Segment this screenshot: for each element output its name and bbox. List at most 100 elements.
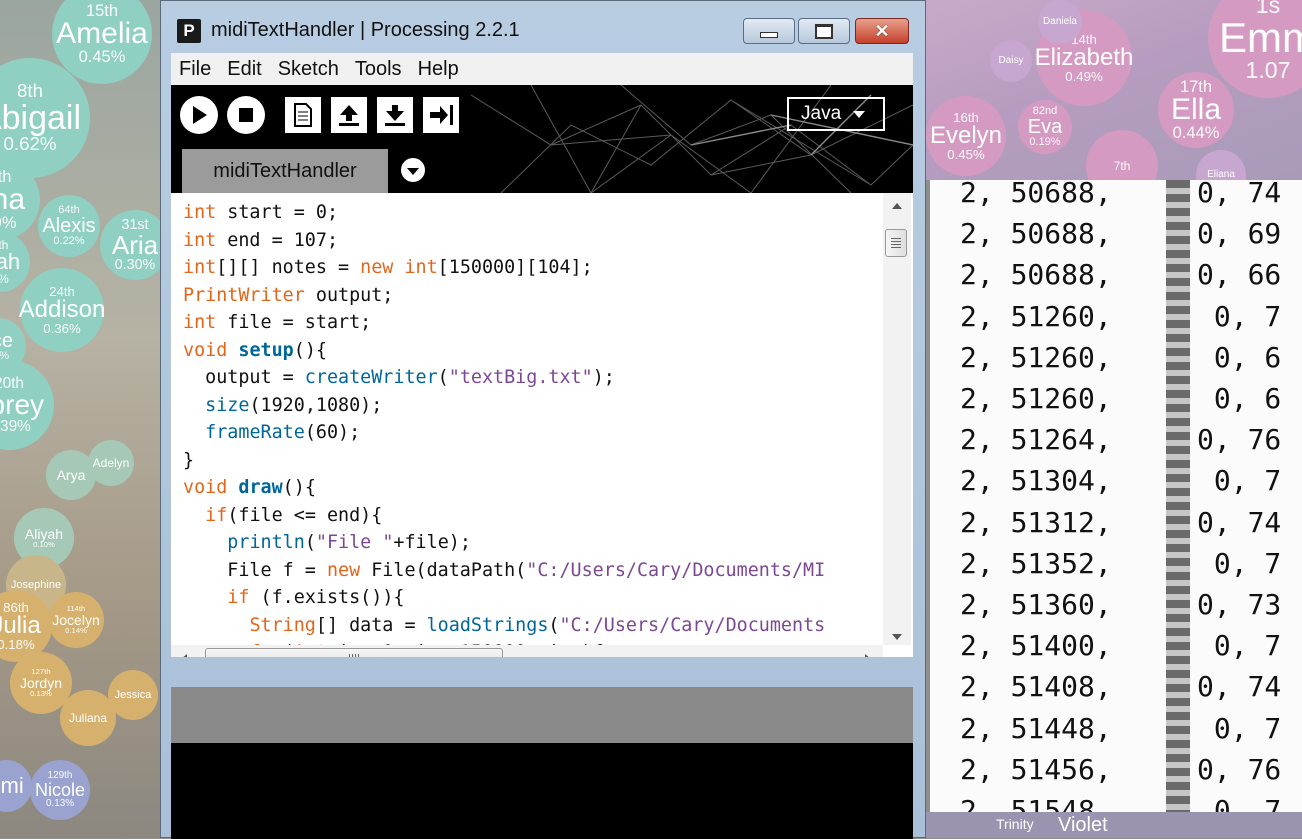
menu-edit[interactable]: Edit bbox=[219, 58, 269, 81]
bubble-name: Ella bbox=[1170, 93, 1222, 126]
text-file-cell: 0, 76 bbox=[1197, 752, 1282, 786]
bubble-pct: 0.45% bbox=[947, 147, 985, 162]
code-line[interactable]: if (f.exists()){ bbox=[183, 584, 883, 612]
text-file-row: 2, 51548, 0, 7 bbox=[960, 794, 1302, 812]
bubble-pct: 0.62% bbox=[3, 133, 57, 154]
scroll-right-arrow-icon[interactable] bbox=[865, 654, 871, 657]
minimize-button[interactable] bbox=[743, 18, 795, 44]
code-line[interactable]: println("File "+file); bbox=[183, 529, 883, 557]
menu-file[interactable]: File bbox=[171, 58, 219, 81]
open-icon bbox=[339, 105, 359, 126]
code-line[interactable]: File f = new File(dataPath("C:/Users/Car… bbox=[183, 557, 883, 585]
text-file-cell: 0, 7 bbox=[1197, 464, 1282, 498]
code-line[interactable]: int[][] notes = new int[150000][104]; bbox=[183, 254, 883, 282]
mode-selector[interactable]: Java bbox=[787, 97, 885, 131]
bubble-rank: 20th bbox=[0, 374, 24, 392]
text-file-cell: 0, 6 bbox=[1197, 340, 1282, 374]
new-sketch-icon bbox=[294, 103, 312, 127]
bubble-name: lice bbox=[0, 329, 13, 352]
name-bubble: 17th Ella 0.44% bbox=[1158, 72, 1234, 148]
bubble-name: Addison bbox=[18, 296, 106, 323]
text-file-cell: 2, 51304, bbox=[960, 464, 1112, 498]
tab-midiTextHandler[interactable]: midiTextHandler bbox=[182, 149, 388, 193]
scroll-down-arrow-icon[interactable] bbox=[892, 634, 902, 640]
title-bar[interactable]: P midiTextHandler | Processing 2.2.1 ✕ bbox=[161, 1, 925, 53]
text-file-cell: 0, 7 bbox=[1197, 711, 1282, 745]
new-sketch-button[interactable] bbox=[285, 97, 321, 133]
code-line[interactable]: if(file <= end){ bbox=[183, 502, 883, 530]
code-line[interactable]: int start = 0; bbox=[183, 199, 883, 227]
run-button[interactable] bbox=[180, 96, 218, 134]
text-file-cell: 2, 51360, bbox=[960, 588, 1112, 621]
code-line[interactable]: frameRate(60); bbox=[183, 419, 883, 447]
bubble-pct: 0.19% bbox=[1029, 136, 1061, 148]
vertical-scrollbar[interactable] bbox=[883, 193, 911, 645]
code-line[interactable]: } bbox=[183, 447, 883, 475]
text-file-row: 2, 50688, 0, 69 bbox=[960, 217, 1302, 257]
text-file-row: 2, 51264, 0, 76 bbox=[960, 423, 1302, 463]
chevron-down-icon bbox=[853, 110, 866, 118]
bubble-rank: 6th bbox=[0, 237, 9, 252]
bubble-name: Amelia bbox=[56, 17, 148, 50]
bubble-rank: 4th bbox=[0, 167, 12, 186]
text-file-row: 2, 51260, 0, 6 bbox=[960, 341, 1302, 381]
code-line[interactable]: int end = 107; bbox=[183, 227, 883, 255]
vertical-scroll-thumb[interactable] bbox=[885, 229, 907, 257]
text-file-cell: 2, 51448, bbox=[960, 711, 1112, 745]
bubble-rank: 16th bbox=[953, 109, 979, 125]
horizontal-scroll-thumb[interactable] bbox=[205, 648, 503, 657]
code-line[interactable]: size(1920,1080); bbox=[183, 392, 883, 420]
tab-menu-button[interactable] bbox=[401, 158, 425, 182]
export-button[interactable] bbox=[423, 97, 459, 133]
menu-bar: File Edit Sketch Tools Help bbox=[171, 53, 913, 85]
code-line[interactable]: String[] data = loadStrings("C:/Users/Ca… bbox=[183, 612, 883, 640]
name-bubble: Eliana bbox=[1196, 150, 1246, 180]
console-area[interactable] bbox=[171, 743, 913, 839]
scroll-up-arrow-icon[interactable] bbox=[892, 203, 902, 209]
menu-tools[interactable]: Tools bbox=[347, 58, 410, 81]
code-line[interactable]: int file = start; bbox=[183, 309, 883, 337]
name-bubble: Daniela bbox=[1038, 0, 1082, 44]
horizontal-scrollbar[interactable] bbox=[171, 645, 883, 657]
background-bubble-chart-left: 15thAmelia0.45%8thAbigail0.62%4thnna29%6… bbox=[0, 0, 160, 838]
text-file-row: 2, 51260, 0, 7 bbox=[960, 300, 1302, 340]
text-file-cell: 2, 51548, bbox=[960, 794, 1112, 812]
menu-help[interactable]: Help bbox=[410, 58, 467, 81]
text-file-row: 2, 51304, 0, 7 bbox=[960, 464, 1302, 504]
code-line[interactable]: void setup(){ bbox=[183, 337, 883, 365]
code-editor[interactable]: int start = 0; int end = 107; int[][] note… bbox=[171, 193, 913, 657]
text-file-cell: 2, 51400, bbox=[960, 629, 1112, 663]
text-file-row: 2, 51312, 0, 74 bbox=[960, 506, 1302, 546]
bubble-name: Adelyn bbox=[92, 456, 130, 470]
code-line[interactable]: output = createWriter("textBig.txt"); bbox=[183, 364, 883, 392]
name-bubble: omi bbox=[0, 760, 32, 812]
save-button[interactable] bbox=[377, 97, 413, 133]
bubble-pct: 0.18% bbox=[0, 637, 35, 652]
bubble-name: Eva bbox=[1027, 116, 1063, 138]
bubble-pct: 0.36% bbox=[43, 321, 81, 336]
code-line[interactable]: PrintWriter output; bbox=[183, 282, 883, 310]
bubble-pct: 0.49% bbox=[1065, 69, 1103, 84]
scroll-left-arrow-icon[interactable] bbox=[181, 654, 187, 657]
code-line[interactable]: void draw(){ bbox=[183, 474, 883, 502]
bubble-name: Julia bbox=[0, 612, 41, 639]
bubble-rank: 114th bbox=[66, 604, 86, 614]
bubble-rank: 24th bbox=[49, 283, 75, 299]
bubble-rank: 82nd bbox=[1032, 105, 1058, 117]
text-file-row: 2, 51408, 0, 74 bbox=[960, 670, 1302, 710]
bubble-name: Evelyn bbox=[929, 122, 1003, 149]
bubble-rank: 86th bbox=[3, 599, 29, 615]
close-button[interactable]: ✕ bbox=[855, 18, 909, 44]
name-bubble: Adelyn bbox=[88, 440, 134, 486]
text-file-cell: 0, 66 bbox=[1197, 258, 1282, 292]
mode-label: Java bbox=[801, 103, 842, 124]
bubble-name: omi bbox=[0, 773, 24, 798]
minimize-icon bbox=[760, 32, 778, 38]
open-button[interactable] bbox=[331, 97, 367, 133]
stop-button[interactable] bbox=[227, 96, 265, 134]
menu-sketch[interactable]: Sketch bbox=[270, 58, 347, 81]
code-text[interactable]: int start = 0; int end = 107; int[][] note… bbox=[183, 199, 883, 645]
text-file-cell: 2, 51260, bbox=[960, 299, 1112, 333]
maximize-button[interactable] bbox=[798, 18, 850, 44]
message-area bbox=[171, 687, 913, 743]
